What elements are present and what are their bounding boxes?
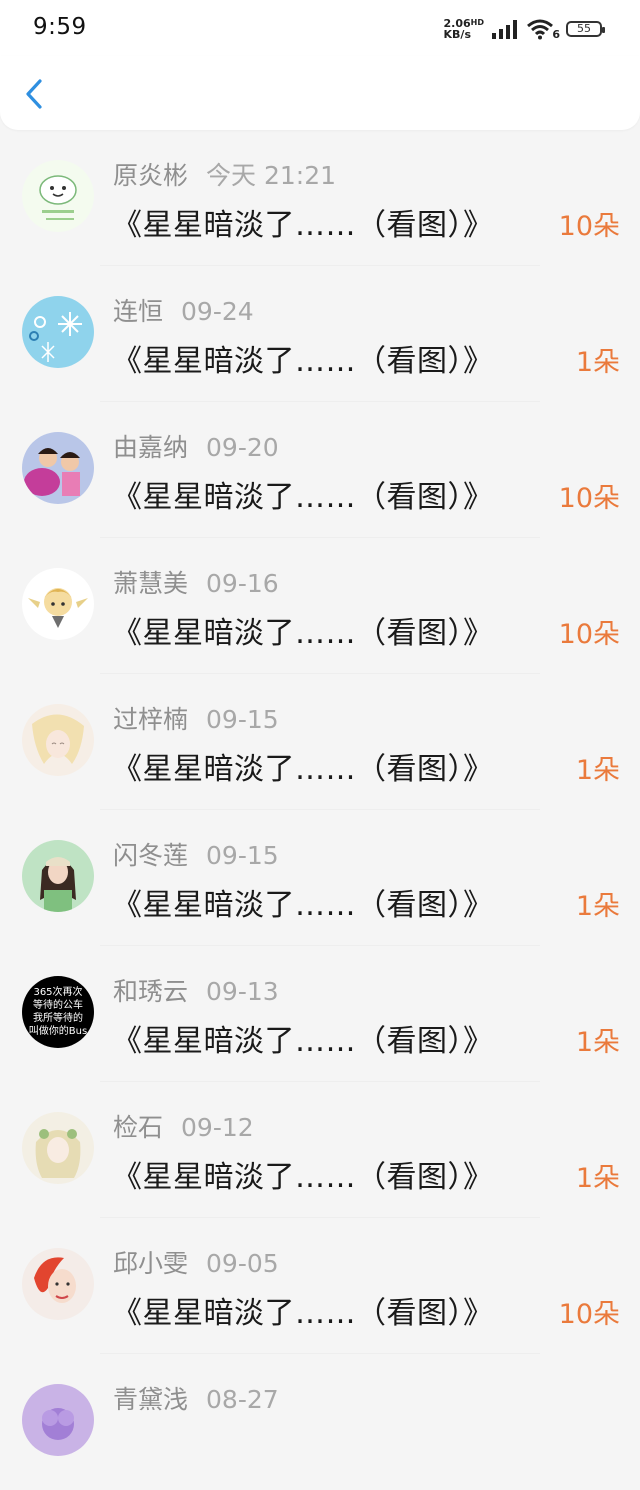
avatar-text-line: 叫做你的Bus (29, 1024, 87, 1037)
flower-count: 10朵 (558, 619, 620, 650)
status-icons: 2.06HD KB/s 6 55 (443, 16, 605, 42)
battery-icon: 55 (566, 21, 605, 37)
back-button[interactable] (22, 76, 48, 112)
sender-name: 过梓楠 (113, 705, 189, 734)
status-bar: 9:59 2.06HD KB/s 6 55 (0, 0, 640, 56)
article-title[interactable]: 《星星暗淡了……（看图）》 (112, 200, 494, 244)
list-item[interactable]: 萧慧美 09-16 《星星暗淡了……（看图）》 10朵 (0, 538, 640, 674)
avatar-text-line: 我所等待的 (33, 1011, 83, 1024)
battery-level: 55 (577, 22, 591, 35)
list-item[interactable]: 原炎彬 今天 21:21 《星星暗淡了……（看图）》 10朵 (0, 130, 640, 266)
avatar[interactable] (22, 568, 94, 640)
list-item[interactable]: 过梓楠 09-15 《星星暗淡了……（看图）》 1朵 (0, 674, 640, 810)
list-item[interactable]: 闪冬莲 09-15 《星星暗淡了……（看图）》 1朵 (0, 810, 640, 946)
list-item[interactable]: 邱小雯 09-05 《星星暗淡了……（看图）》 10朵 (0, 1218, 640, 1354)
flower-count: 1朵 (575, 891, 620, 922)
sender-name: 原炎彬 (113, 161, 189, 190)
sender-meta: 由嘉纳 09-20 (113, 428, 279, 464)
sender-name: 闪冬莲 (113, 841, 189, 870)
list-item[interactable]: 由嘉纳 09-20 《星星暗淡了……（看图）》 10朵 (0, 402, 640, 538)
send-date: 09-12 (181, 1113, 254, 1142)
status-time: 9:59 (33, 14, 87, 40)
article-title[interactable]: 《星星暗淡了……（看图）》 (112, 1152, 494, 1196)
flower-count: 1朵 (575, 1163, 620, 1194)
flower-count: 10朵 (558, 483, 620, 514)
sender-name: 萧慧美 (113, 569, 189, 598)
list-item[interactable]: 连恒 09-24 《星星暗淡了……（看图）》 1朵 (0, 266, 640, 402)
send-date: 09-15 (206, 841, 279, 870)
sender-meta: 青黛浅 08-27 (113, 1380, 279, 1416)
sender-meta: 和琇云 09-13 (113, 972, 279, 1008)
list-item[interactable]: 检石 09-12 《星星暗淡了……（看图）》 1朵 (0, 1082, 640, 1218)
article-title[interactable]: 《星星暗淡了……（看图）》 (112, 472, 494, 516)
wifi: 6 (526, 18, 560, 41)
sender-name: 和琇云 (113, 977, 189, 1006)
article-title[interactable]: 《星星暗淡了……（看图）》 (112, 608, 494, 652)
sender-name: 邱小雯 (113, 1249, 189, 1278)
article-title[interactable]: 《星星暗淡了……（看图）》 (112, 1016, 494, 1060)
flower-count: 1朵 (575, 755, 620, 786)
article-title[interactable]: 《星星暗淡了……（看图）》 (112, 880, 494, 924)
avatar[interactable] (22, 704, 94, 776)
avatar[interactable] (22, 1384, 94, 1456)
send-date: 09-24 (181, 297, 254, 326)
sender-name: 青黛浅 (113, 1385, 189, 1414)
nav-bar (0, 56, 640, 130)
wifi-badge: 6 (552, 28, 560, 41)
flower-count: 10朵 (558, 211, 620, 242)
signal-icon (492, 20, 517, 39)
flower-count: 1朵 (575, 1027, 620, 1058)
avatar[interactable] (22, 432, 94, 504)
article-title[interactable]: 《星星暗淡了……（看图）》 (112, 336, 494, 380)
sender-meta: 闪冬莲 09-15 (113, 836, 279, 872)
flower-count: 1朵 (575, 347, 620, 378)
sender-meta: 原炎彬 今天 21:21 (113, 156, 336, 192)
net-speed-unit: KB/s (443, 27, 471, 41)
article-title[interactable]: 《星星暗淡了……（看图）》 (112, 744, 494, 788)
avatar[interactable] (22, 840, 94, 912)
send-date: 今天 21:21 (206, 161, 337, 190)
avatar[interactable] (22, 160, 94, 232)
send-date: 09-20 (206, 433, 279, 462)
avatar-text-line: 365次再次 (33, 985, 82, 998)
sender-name: 检石 (113, 1113, 164, 1142)
send-date: 09-13 (206, 977, 279, 1006)
sender-meta: 过梓楠 09-15 (113, 700, 279, 736)
sender-meta: 邱小雯 09-05 (113, 1244, 279, 1280)
gift-record-list: 原炎彬 今天 21:21 《星星暗淡了……（看图）》 10朵 连恒 09-24 《星… (0, 130, 640, 1490)
avatar[interactable] (22, 1112, 94, 1184)
article-title[interactable]: 《星星暗淡了……（看图）》 (112, 1288, 494, 1332)
sender-meta: 萧慧美 09-16 (113, 564, 279, 600)
avatar-text-line: 等待的公车 (33, 998, 83, 1011)
chevron-left-icon (26, 79, 42, 109)
network-speed: 2.06HD KB/s (443, 17, 484, 41)
send-date: 09-16 (206, 569, 279, 598)
sender-meta: 检石 09-12 (113, 1108, 254, 1144)
sender-name: 由嘉纳 (113, 433, 189, 462)
avatar[interactable]: 365次再次 等待的公车 我所等待的 叫做你的Bus (22, 976, 94, 1048)
send-date: 08-27 (206, 1385, 279, 1414)
send-date: 09-05 (206, 1249, 279, 1278)
avatar[interactable] (22, 1248, 94, 1320)
sender-name: 连恒 (113, 297, 164, 326)
list-item[interactable]: 青黛浅 08-27 (0, 1354, 640, 1490)
send-date: 09-15 (206, 705, 279, 734)
list-item[interactable]: 365次再次 等待的公车 我所等待的 叫做你的Bus 和琇云 09-13 《星星暗… (0, 946, 640, 1082)
flower-count: 10朵 (558, 1299, 620, 1330)
avatar[interactable] (22, 296, 94, 368)
sender-meta: 连恒 09-24 (113, 292, 254, 328)
hd-badge: HD (470, 17, 484, 27)
wifi-icon (527, 19, 553, 40)
